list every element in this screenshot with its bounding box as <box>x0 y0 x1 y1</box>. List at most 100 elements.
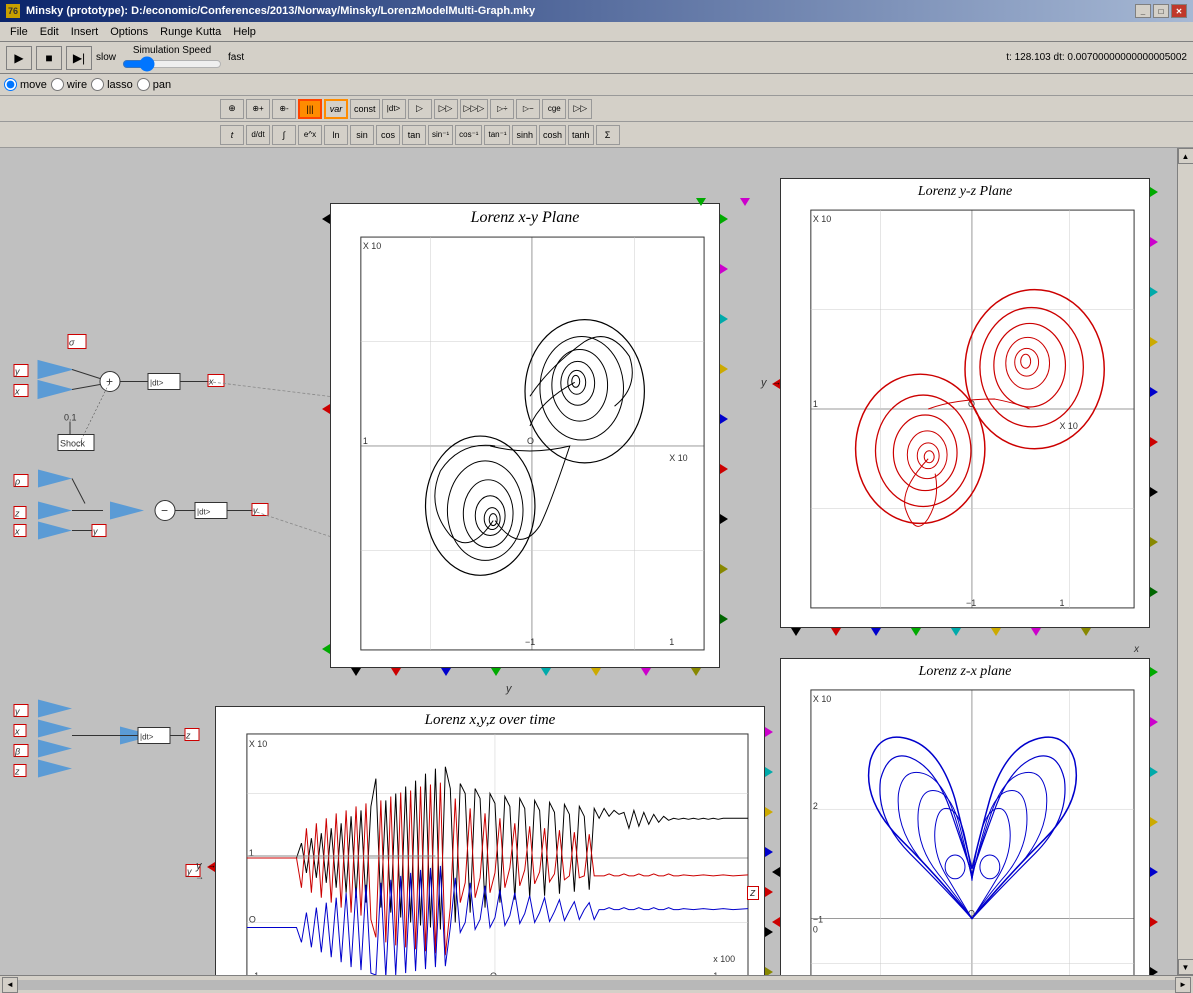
connector-cyan-bottom <box>541 668 551 676</box>
tri3-button[interactable]: ▷▷▷ <box>460 99 489 119</box>
plot-time-svg: X 10 1 −1 O O 1 x 100 <box>216 729 764 975</box>
plot-zx: Lorenz z-x plane X 10 2 O 1 X 10 −1 0 <box>780 658 1150 975</box>
sin-button[interactable]: sin <box>350 125 374 145</box>
cosh-button[interactable]: cosh <box>539 125 566 145</box>
svg-text:X 10: X 10 <box>813 214 831 224</box>
scroll-track-horizontal[interactable] <box>18 980 1175 990</box>
var-button[interactable]: var <box>324 99 348 119</box>
svg-text:1: 1 <box>363 436 368 446</box>
zoom-in-minus-button[interactable]: ⊕- <box>272 99 296 119</box>
const-button[interactable]: const <box>350 99 380 119</box>
plot-zx-svg: X 10 2 O 1 X 10 −1 0 <box>781 680 1149 975</box>
tri2-button[interactable]: ▷▷ <box>434 99 458 119</box>
zx-conn-black <box>1150 967 1158 975</box>
connector-green-top-right <box>720 214 728 224</box>
connector-blue-right <box>720 414 728 424</box>
svg-text:−1: −1 <box>966 598 976 608</box>
acos-button[interactable]: cos⁻¹ <box>455 125 482 145</box>
scroll-left-button[interactable]: ◄ <box>2 977 18 993</box>
sigma-button[interactable]: Σ <box>596 125 620 145</box>
maximize-button[interactable]: □ <box>1153 4 1169 18</box>
menu-insert[interactable]: Insert <box>65 24 105 40</box>
svg-text:Shock: Shock <box>60 439 86 449</box>
connector-purple-bottom <box>641 668 651 676</box>
connector-black-right <box>720 514 728 524</box>
ln-button[interactable]: ln <box>324 125 348 145</box>
exp-button[interactable]: e^x <box>298 125 322 145</box>
yz-conn-red <box>1150 437 1158 447</box>
svg-text:X 10: X 10 <box>363 241 381 251</box>
integral-button[interactable]: ∫ <box>272 125 296 145</box>
plot-xy-title: Lorenz x-y Plane <box>331 209 719 227</box>
zx-conn-red <box>1150 917 1158 927</box>
play-button[interactable]: ▶ <box>6 46 32 70</box>
svg-text:1: 1 <box>713 971 718 975</box>
tri1-button[interactable]: ▷ <box>408 99 432 119</box>
stop-button[interactable]: ■ <box>36 46 62 70</box>
svg-text:z: z <box>14 767 20 777</box>
canvas-workspace[interactable]: σ y x + |dt> x 0 <box>0 148 1177 975</box>
deriv-button[interactable]: d/dt <box>246 125 270 145</box>
mode-move[interactable]: move <box>4 78 47 91</box>
svg-text:2: 2 <box>813 801 818 811</box>
yz-conn-yellow <box>1150 337 1158 347</box>
time-conn-black <box>765 927 773 937</box>
tan-button[interactable]: tan <box>402 125 426 145</box>
sinh-button[interactable]: sinh <box>512 125 537 145</box>
mode-pan[interactable]: pan <box>137 78 171 91</box>
connector-red-right <box>720 464 728 474</box>
zoom-in-plus-button[interactable]: ⊕+ <box>246 99 270 119</box>
plot-xy-svg: X 10 1 O −1 1 X 10 <box>331 227 719 660</box>
cge-button[interactable]: cge <box>542 99 566 119</box>
zx-conn-yellow <box>1150 817 1158 827</box>
yz-x-label: x <box>1134 644 1139 655</box>
top-green-xy <box>696 198 706 206</box>
connector-yellow-right <box>720 364 728 374</box>
time-conn-cyan <box>765 767 773 777</box>
menu-runge-kutta[interactable]: Runge Kutta <box>154 24 227 40</box>
zoom-in-button[interactable]: ⊕ <box>220 99 244 119</box>
minimize-button[interactable]: _ <box>1135 4 1151 18</box>
yz-bottom-red <box>831 628 841 636</box>
main-area: σ y x + |dt> x 0 <box>0 148 1193 975</box>
menu-file[interactable]: File <box>4 24 34 40</box>
connector-olive-right <box>720 564 728 574</box>
connector-red-bottom <box>391 668 401 676</box>
mode-wire[interactable]: wire <box>51 78 87 91</box>
icon-bar-2: t d/dt ∫ e^x ln sin cos tan sin⁻¹ cos⁻¹ … <box>0 122 1193 148</box>
step-button[interactable]: ▶| <box>66 46 92 70</box>
toolbar: ▶ ■ ▶| slow Simulation Speed fast t: 128… <box>0 42 1193 74</box>
right-scrollbar[interactable]: ▲ ▼ <box>1177 148 1193 975</box>
speed-slider[interactable] <box>122 57 222 71</box>
svg-text:σ: σ <box>69 338 75 348</box>
time-display: t: 128.103 dt: 0.00700000000000005002 <box>1006 52 1187 63</box>
svg-text:→: → <box>195 872 204 882</box>
menu-help[interactable]: Help <box>227 24 262 40</box>
cos-button[interactable]: cos <box>376 125 400 145</box>
yz-bottom-black <box>791 628 801 636</box>
t-button[interactable]: t <box>220 125 244 145</box>
asin-button[interactable]: sin⁻¹ <box>428 125 453 145</box>
scroll-up-button[interactable]: ▲ <box>1178 148 1193 164</box>
histogram-button[interactable]: ||| <box>298 99 322 119</box>
divide-button[interactable]: ▷÷ <box>490 99 514 119</box>
subtract-button[interactable]: ▷− <box>516 99 540 119</box>
extra-button[interactable]: ▷▷ <box>568 99 592 119</box>
menu-edit[interactable]: Edit <box>34 24 65 40</box>
menu-options[interactable]: Options <box>104 24 154 40</box>
yz-conn-black <box>1150 487 1158 497</box>
zx-conn-cyan <box>1150 767 1158 777</box>
connector-red-left <box>322 404 330 414</box>
svg-text:1: 1 <box>813 399 818 409</box>
plot-time: Lorenz x,y,z over time X 10 1 −1 O O 1 x… <box>215 706 765 975</box>
close-button[interactable]: ✕ <box>1171 4 1187 18</box>
tanh-button[interactable]: tanh <box>568 125 594 145</box>
integrator-button[interactable]: |dt> <box>382 99 406 119</box>
scroll-right-button[interactable]: ► <box>1175 977 1191 993</box>
atan-button[interactable]: tan⁻¹ <box>484 125 510 145</box>
mode-lasso[interactable]: lasso <box>91 78 133 91</box>
svg-text:x: x <box>14 727 20 737</box>
svg-text:z: z <box>185 731 191 741</box>
scroll-down-button[interactable]: ▼ <box>1178 959 1193 975</box>
svg-text:y: y <box>14 707 20 717</box>
